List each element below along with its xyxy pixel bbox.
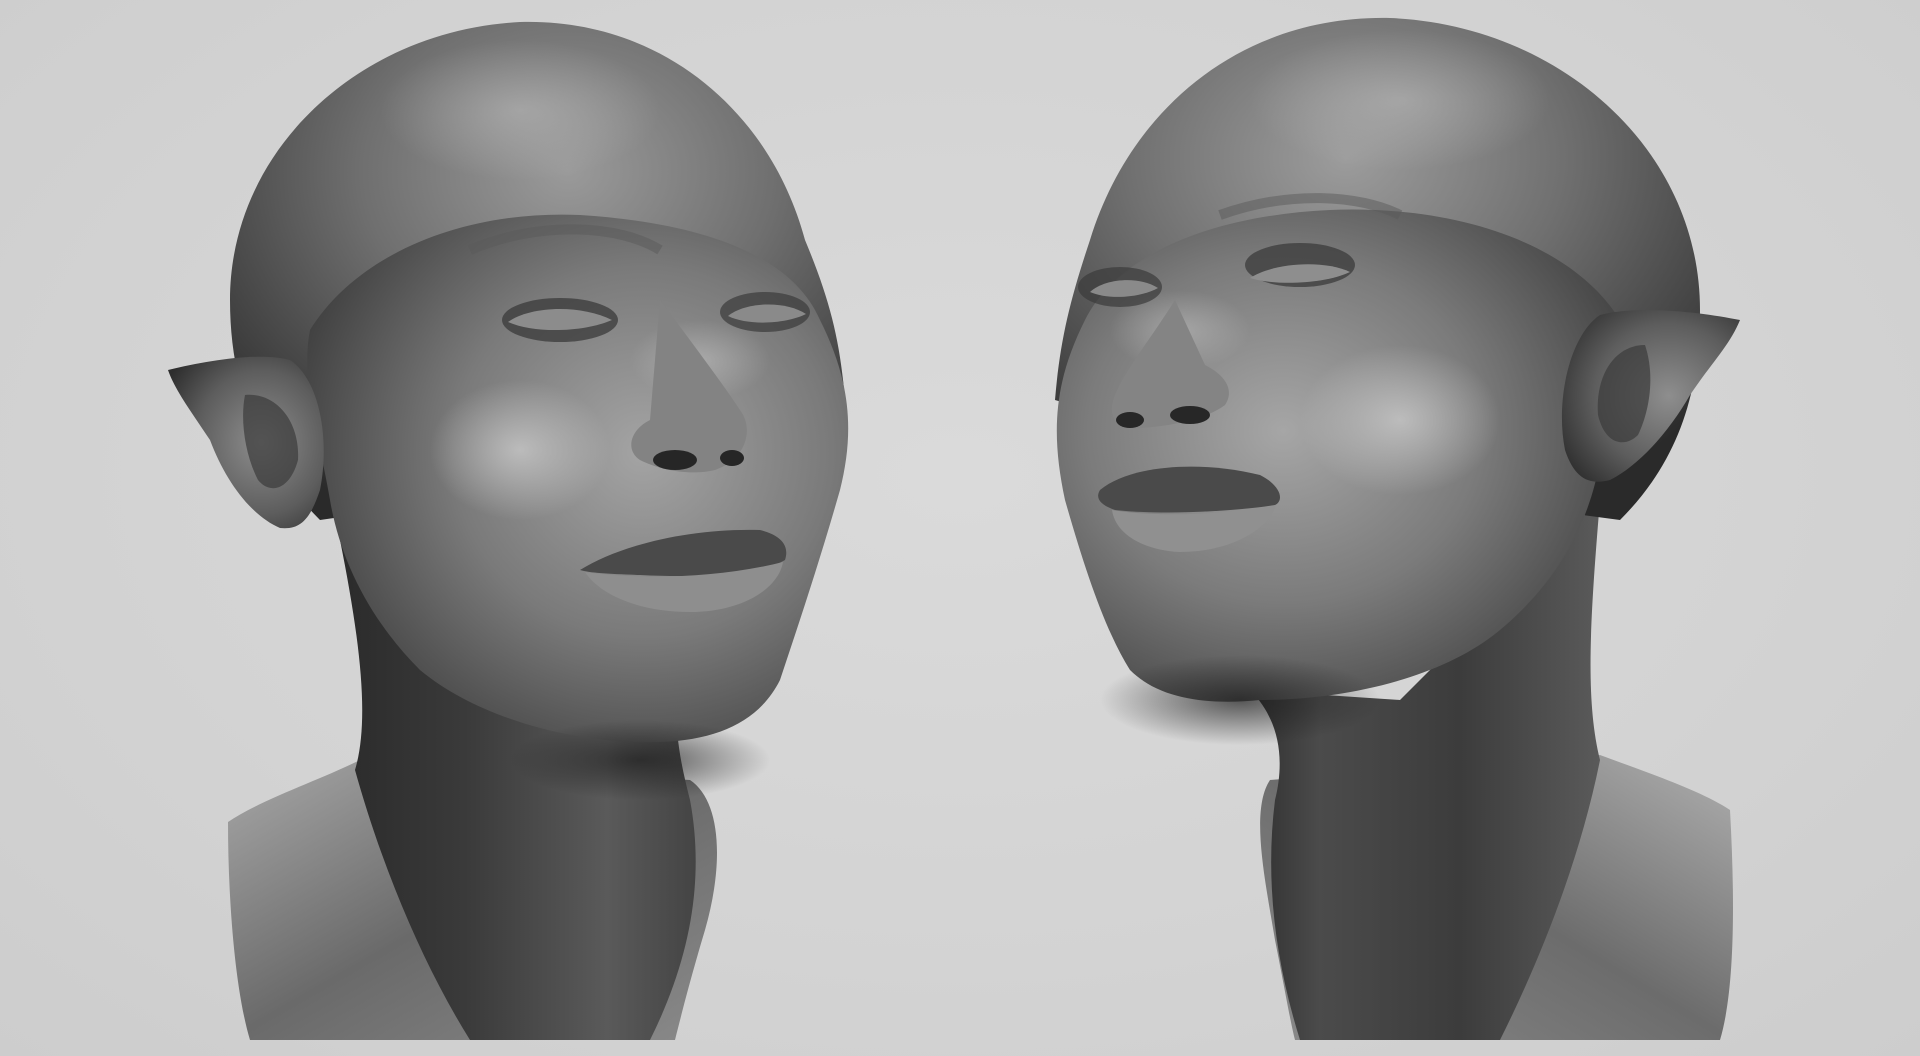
- render-viewport: [0, 0, 1920, 1056]
- right-bust: [1055, 17, 1740, 1040]
- left-bust: [168, 21, 849, 1040]
- sculpt-render: [168, 17, 1740, 1040]
